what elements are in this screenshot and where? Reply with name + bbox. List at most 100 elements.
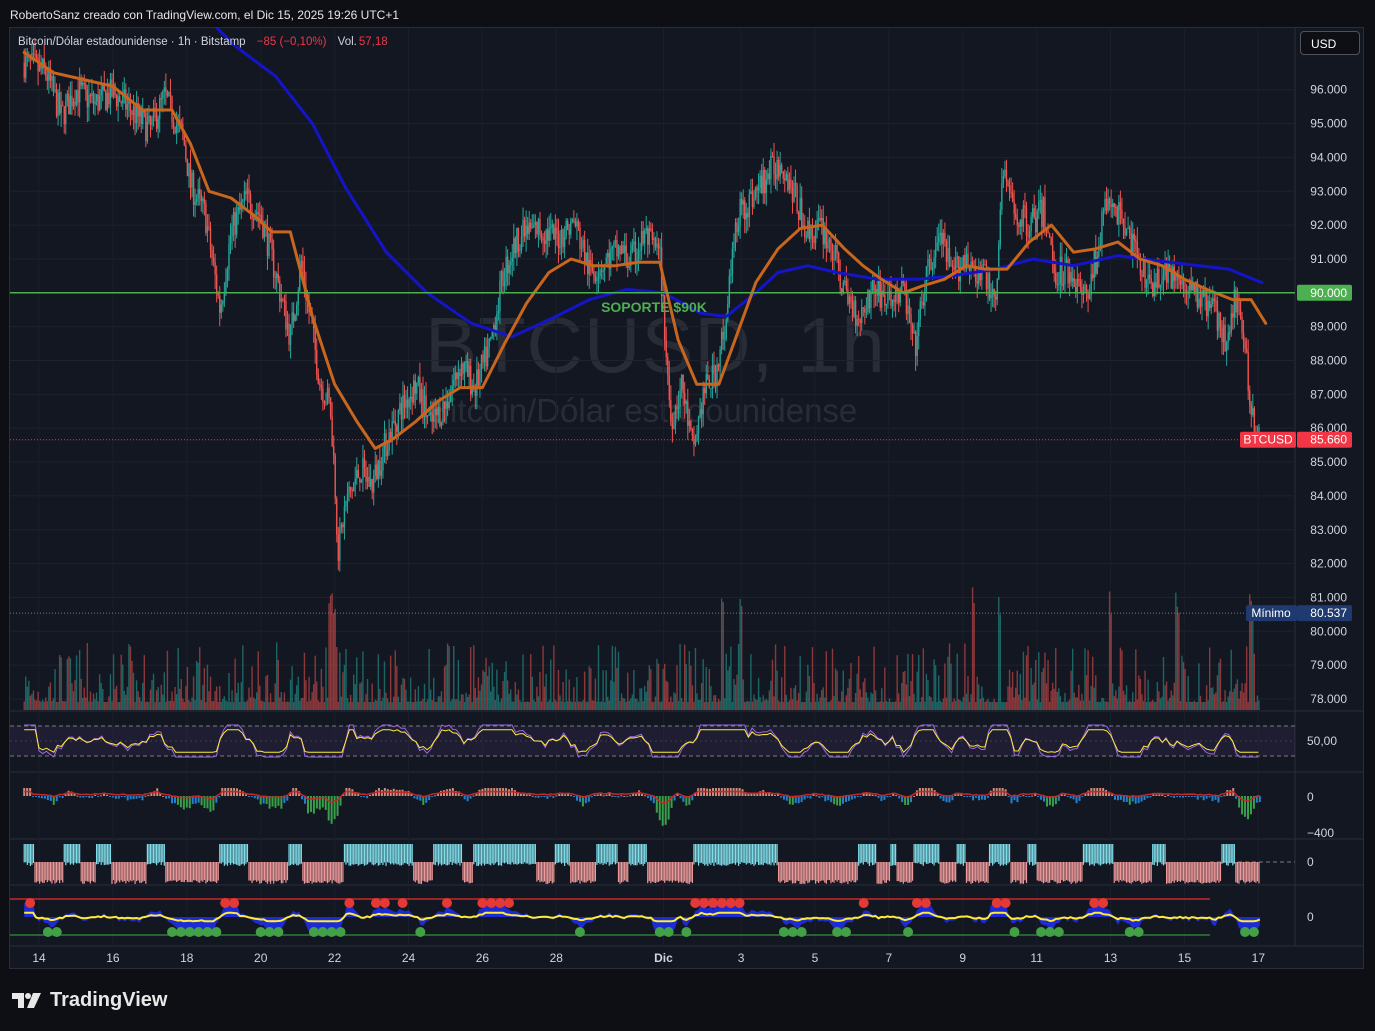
candle-body [145, 112, 147, 142]
volume-bar [833, 695, 835, 710]
volume-bar [545, 674, 547, 710]
trend-stripe [841, 862, 843, 884]
trend-stripe [217, 862, 219, 881]
candle-body [864, 308, 866, 313]
volume-bar [1188, 701, 1191, 710]
trend-stripe [79, 844, 81, 864]
volume-bar [768, 690, 771, 710]
trend-stripe [699, 844, 701, 864]
volume-bar [152, 673, 155, 710]
volume-bar [266, 674, 269, 710]
trend-stripe [1055, 862, 1057, 882]
volume-bar [299, 700, 301, 710]
volume-bar [474, 688, 477, 710]
volume-bar [790, 687, 792, 710]
sell-signal-dot [397, 898, 408, 908]
price-chart[interactable]: 78.00079.00080.00081.00082.00083.00084.0… [0, 0, 1375, 1031]
volume-bar [1047, 660, 1049, 710]
volume-bar [973, 602, 975, 710]
price-tick-label: 89.000 [1310, 320, 1347, 334]
candle-body [948, 248, 951, 267]
trend-stripe [661, 862, 663, 881]
trend-stripe [66, 844, 68, 863]
trend-stripe [993, 844, 995, 864]
trend-stripe [744, 844, 746, 863]
candle-body [376, 464, 378, 480]
candle-body [679, 389, 681, 407]
candle-body [533, 224, 535, 228]
volume-bar [557, 670, 560, 710]
volume-bar [239, 701, 241, 710]
trend-stripe [239, 844, 241, 866]
trend-stripe [845, 862, 847, 882]
oscillator-bar [797, 796, 800, 804]
volume-bar [608, 700, 610, 710]
candle-body [362, 458, 364, 480]
candle-body [496, 313, 498, 333]
symbol-title[interactable]: Bitcoin/Dólar estadounidense · 1h · Bits… [18, 36, 246, 48]
trend-stripe [844, 862, 846, 883]
trend-stripe [477, 844, 479, 866]
trend-stripe [277, 862, 279, 881]
oscillator-bar [552, 796, 555, 798]
volume-bar [125, 694, 127, 710]
oscillator-bar [114, 796, 117, 799]
volume-bar [1216, 675, 1219, 710]
trend-stripe [263, 862, 265, 881]
trend-stripe [196, 862, 198, 882]
volume-bar [874, 690, 877, 710]
trend-stripe [833, 862, 835, 883]
volume-bar [1232, 691, 1234, 710]
volume-bar [550, 659, 552, 710]
symbol-legend[interactable]: Bitcoin/Dólar estadounidense · 1h · Bits… [18, 36, 390, 48]
volume-bar [1102, 698, 1105, 710]
trend-stripe [694, 844, 697, 863]
volume-bar [1241, 682, 1243, 710]
trend-stripe [414, 862, 416, 883]
trend-stripe [168, 862, 170, 882]
volume-bar [687, 701, 689, 710]
candle-body [1159, 284, 1162, 288]
trend-stripe [28, 844, 30, 864]
candle-body [650, 228, 652, 231]
volume-bar [413, 701, 415, 710]
oscillator-bar [975, 796, 978, 798]
time-tick-label: 26 [476, 951, 490, 965]
candle-body [651, 230, 654, 240]
volume-bar [1204, 701, 1206, 710]
buy-signal-dot [840, 927, 851, 937]
tradingview-logo[interactable]: TradingView [12, 989, 167, 1012]
candle-body [642, 231, 644, 244]
volume-bar [294, 693, 296, 710]
candle-body [748, 193, 751, 218]
trend-stripe [1073, 862, 1075, 882]
candle-body [842, 282, 844, 293]
currency-button[interactable]: USD [1300, 31, 1360, 55]
volume-bar [836, 670, 838, 710]
candle-body [366, 476, 369, 482]
candle-body [1162, 275, 1165, 282]
volume-bar [1084, 648, 1086, 710]
volume-bar [938, 675, 940, 710]
volume-bar [228, 673, 230, 710]
trend-stripe [314, 862, 316, 883]
trend-stripe [708, 844, 710, 864]
price-tick-label: 94.000 [1310, 150, 1347, 164]
candle-body [453, 380, 455, 386]
oscillator-bar [948, 796, 951, 803]
volume-bar [1016, 670, 1018, 710]
volume-bar [1112, 683, 1114, 710]
candle-body [933, 257, 935, 269]
candle-body [542, 237, 544, 241]
candle-body [790, 179, 792, 188]
trend-stripe [1038, 862, 1040, 882]
candle-body [406, 399, 409, 408]
price-tick-label: 84.000 [1310, 489, 1347, 503]
trend-stripe [172, 862, 175, 881]
volume-bar [46, 701, 49, 710]
volume-bar [386, 698, 389, 710]
candle-body [1090, 274, 1092, 296]
candle-body [165, 87, 167, 93]
volume-bar [817, 701, 820, 710]
trend-stripe [34, 862, 36, 883]
